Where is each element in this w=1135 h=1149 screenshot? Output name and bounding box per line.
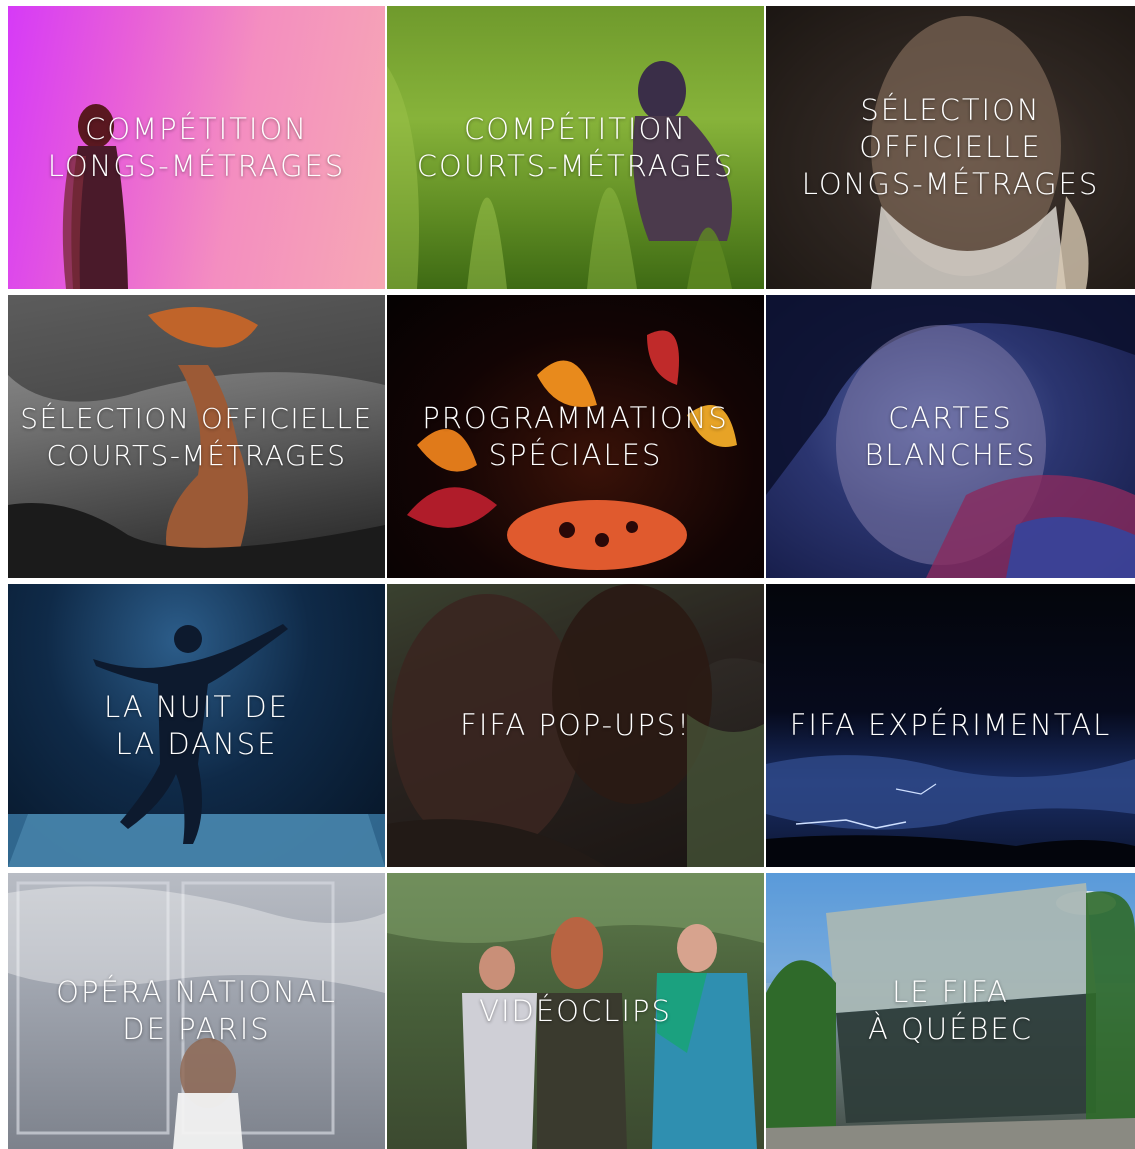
- tile-videoclips[interactable]: VIDÉOCLIPS: [387, 873, 764, 1149]
- tile-opera-national-de-paris[interactable]: OPÉRA NATIONAL DE PARIS: [8, 873, 385, 1149]
- tile-title: VIDÉOCLIPS: [479, 993, 672, 1028]
- tile-la-nuit-de-la-danse[interactable]: LA NUIT DE LA DANSE: [8, 584, 385, 867]
- tile-programmations-speciales[interactable]: PROGRAMMATIONS SPÉCIALES: [387, 295, 764, 578]
- tile-title: COMPÉTITION COURTS-MÉTRAGES: [416, 111, 735, 183]
- tile-le-fifa-a-quebec[interactable]: LE FIFA À QUÉBEC: [766, 873, 1135, 1149]
- tile-title: COMPÉTITION LONGS-MÉTRAGES: [47, 111, 346, 183]
- tile-cartes-blanches[interactable]: CARTES BLANCHES: [766, 295, 1135, 578]
- tile-title: PROGRAMMATIONS SPÉCIALES: [422, 400, 729, 472]
- tile-title: LA NUIT DE LA DANSE: [104, 689, 289, 761]
- tile-title: SÉLECTION OFFICIELLE LONGS-MÉTRAGES: [801, 93, 1100, 201]
- tile-competition-courts-metrages[interactable]: COMPÉTITION COURTS-MÉTRAGES: [387, 6, 764, 289]
- tile-title: OPÉRA NATIONAL DE PARIS: [56, 975, 337, 1046]
- tile-fifa-pop-ups[interactable]: FIFA POP-UPS!: [387, 584, 764, 867]
- tile-selection-officielle-courts-metrages[interactable]: SÉLECTION OFFICIELLE COURTS-MÉTRAGES: [8, 295, 385, 578]
- tile-selection-officielle-longs-metrages[interactable]: SÉLECTION OFFICIELLE LONGS-MÉTRAGES: [766, 6, 1135, 289]
- tile-fifa-experimental[interactable]: FIFA EXPÉRIMENTAL: [766, 584, 1135, 867]
- program-grid: COMPÉTITION LONGS-MÉTRAGES COMPÉTITION C…: [8, 6, 1135, 1149]
- tile-competition-longs-metrages[interactable]: COMPÉTITION LONGS-MÉTRAGES: [8, 6, 385, 289]
- tile-title: CARTES BLANCHES: [864, 400, 1037, 472]
- tile-title: LE FIFA À QUÉBEC: [868, 975, 1033, 1046]
- tile-title: FIFA EXPÉRIMENTAL: [789, 708, 1112, 742]
- tile-title: FIFA POP-UPS!: [460, 708, 691, 742]
- tile-title: SÉLECTION OFFICIELLE COURTS-MÉTRAGES: [20, 401, 373, 472]
